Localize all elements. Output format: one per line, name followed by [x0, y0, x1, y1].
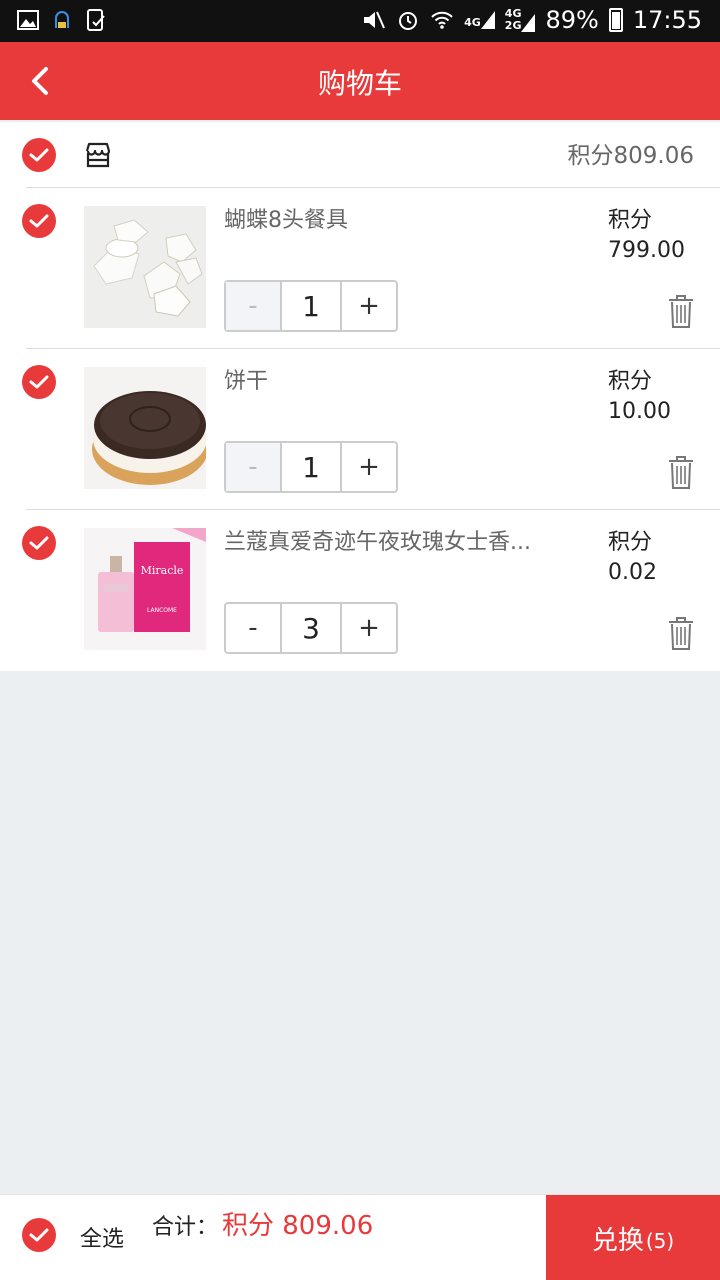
item-name[interactable]: 饼干: [224, 363, 554, 395]
checkmark-icon: [29, 214, 49, 228]
total-label: 合计：: [152, 1215, 219, 1240]
status-right-icons: 4G 4G 2G 89% 17:55: [362, 6, 702, 34]
shop-checkbox[interactable]: [22, 138, 56, 172]
checkmark-icon: [29, 375, 49, 389]
price-label: 积分: [608, 208, 653, 233]
cart-list: 积分809.06 蝴蝶8头餐具 - 1 + 积分 799.00 饼干 - 1 +…: [0, 122, 720, 671]
exchange-count: (5): [645, 1229, 675, 1253]
biscuit-picture: [84, 367, 206, 489]
quantity-stepper: - 3 +: [224, 602, 398, 654]
trash-icon[interactable]: [668, 455, 694, 489]
status-left-icons: [16, 8, 108, 32]
product-image-biscuit[interactable]: [84, 367, 206, 489]
item-price: 10.00: [608, 399, 671, 424]
item-price: 0.02: [608, 560, 657, 585]
clock: 17:55: [632, 6, 702, 34]
quantity-stepper: - 1 +: [224, 280, 398, 332]
cart-item: 蝴蝶8头餐具 - 1 + 积分 799.00: [22, 188, 720, 349]
quantity-value[interactable]: 1: [280, 443, 342, 491]
checkout-bar: 全选 合计： 积分 809.06 兑换 (5): [0, 1194, 720, 1280]
total-value: 积分 809.06: [222, 1211, 374, 1241]
exchange-button[interactable]: 兑换 (5): [546, 1195, 720, 1280]
cart-item: 饼干 - 1 + 积分 10.00: [22, 349, 720, 510]
price-label: 积分: [608, 369, 653, 394]
exchange-label: 兑换: [591, 1225, 644, 1256]
trash-icon[interactable]: [668, 616, 694, 650]
alarm-icon: [399, 12, 418, 30]
item-name[interactable]: 蝴蝶8头餐具: [224, 202, 554, 234]
page-title: 购物车: [317, 67, 402, 100]
signal-4g: 4G: [464, 11, 495, 29]
network-2g-label: 2G: [504, 19, 522, 32]
quantity-value[interactable]: 3: [280, 604, 342, 652]
item-checkbox[interactable]: [22, 526, 56, 560]
increase-button[interactable]: +: [342, 443, 396, 491]
increase-button[interactable]: +: [342, 282, 396, 330]
item-checkbox[interactable]: [22, 204, 56, 238]
mute-icon: [364, 11, 386, 29]
trash-icon[interactable]: [668, 294, 694, 328]
product-image-tableware[interactable]: [84, 206, 206, 328]
battery-icon: [608, 8, 623, 32]
store-icon: [85, 142, 111, 168]
select-all-label[interactable]: 全选: [80, 1221, 124, 1253]
price-label: 积分: [608, 530, 653, 555]
signal-icon: [480, 11, 495, 29]
task-icon: [87, 9, 105, 31]
assistant-icon: [55, 11, 69, 28]
increase-button[interactable]: +: [342, 604, 396, 652]
perfume-box-brand: LANCOME: [147, 607, 177, 614]
item-name[interactable]: 兰蔻真爱奇迹午夜玫瑰女士香...: [224, 524, 554, 556]
product-image-perfume[interactable]: Miracle LANCOME: [84, 528, 206, 650]
checkmark-icon: [29, 1228, 49, 1242]
decrease-button[interactable]: -: [226, 443, 280, 491]
item-price: 799.00: [608, 238, 685, 263]
decrease-button[interactable]: -: [226, 282, 280, 330]
network-4g-label: 4G: [464, 16, 481, 29]
checkmark-icon: [29, 148, 49, 162]
perfume-box-text: Miracle: [141, 564, 184, 577]
item-checkbox[interactable]: [22, 365, 56, 399]
battery-percent: 89%: [545, 6, 599, 34]
signal-icon: [521, 14, 536, 32]
quantity-stepper: - 1 +: [224, 441, 398, 493]
decrease-button[interactable]: -: [226, 604, 280, 652]
checkmark-icon: [29, 536, 49, 550]
select-all-checkbox[interactable]: [22, 1218, 56, 1252]
wifi-icon: [431, 11, 453, 29]
quantity-value[interactable]: 1: [280, 282, 342, 330]
status-bar: 4G 4G 2G 89% 17:55: [0, 0, 720, 42]
signal-4g-2g: 4G 2G: [505, 8, 536, 32]
shop-row: 积分809.06: [22, 122, 720, 188]
gallery-icon: [17, 10, 39, 30]
perfume-picture: Miracle LANCOME: [84, 528, 206, 650]
cart-item: Miracle LANCOME 兰蔻真爱奇迹午夜玫瑰女士香... - 3 + 积…: [0, 510, 720, 671]
shop-total: 积分809.06: [567, 143, 694, 169]
tableware-picture: [84, 206, 206, 328]
app-header: 购物车: [0, 42, 720, 120]
